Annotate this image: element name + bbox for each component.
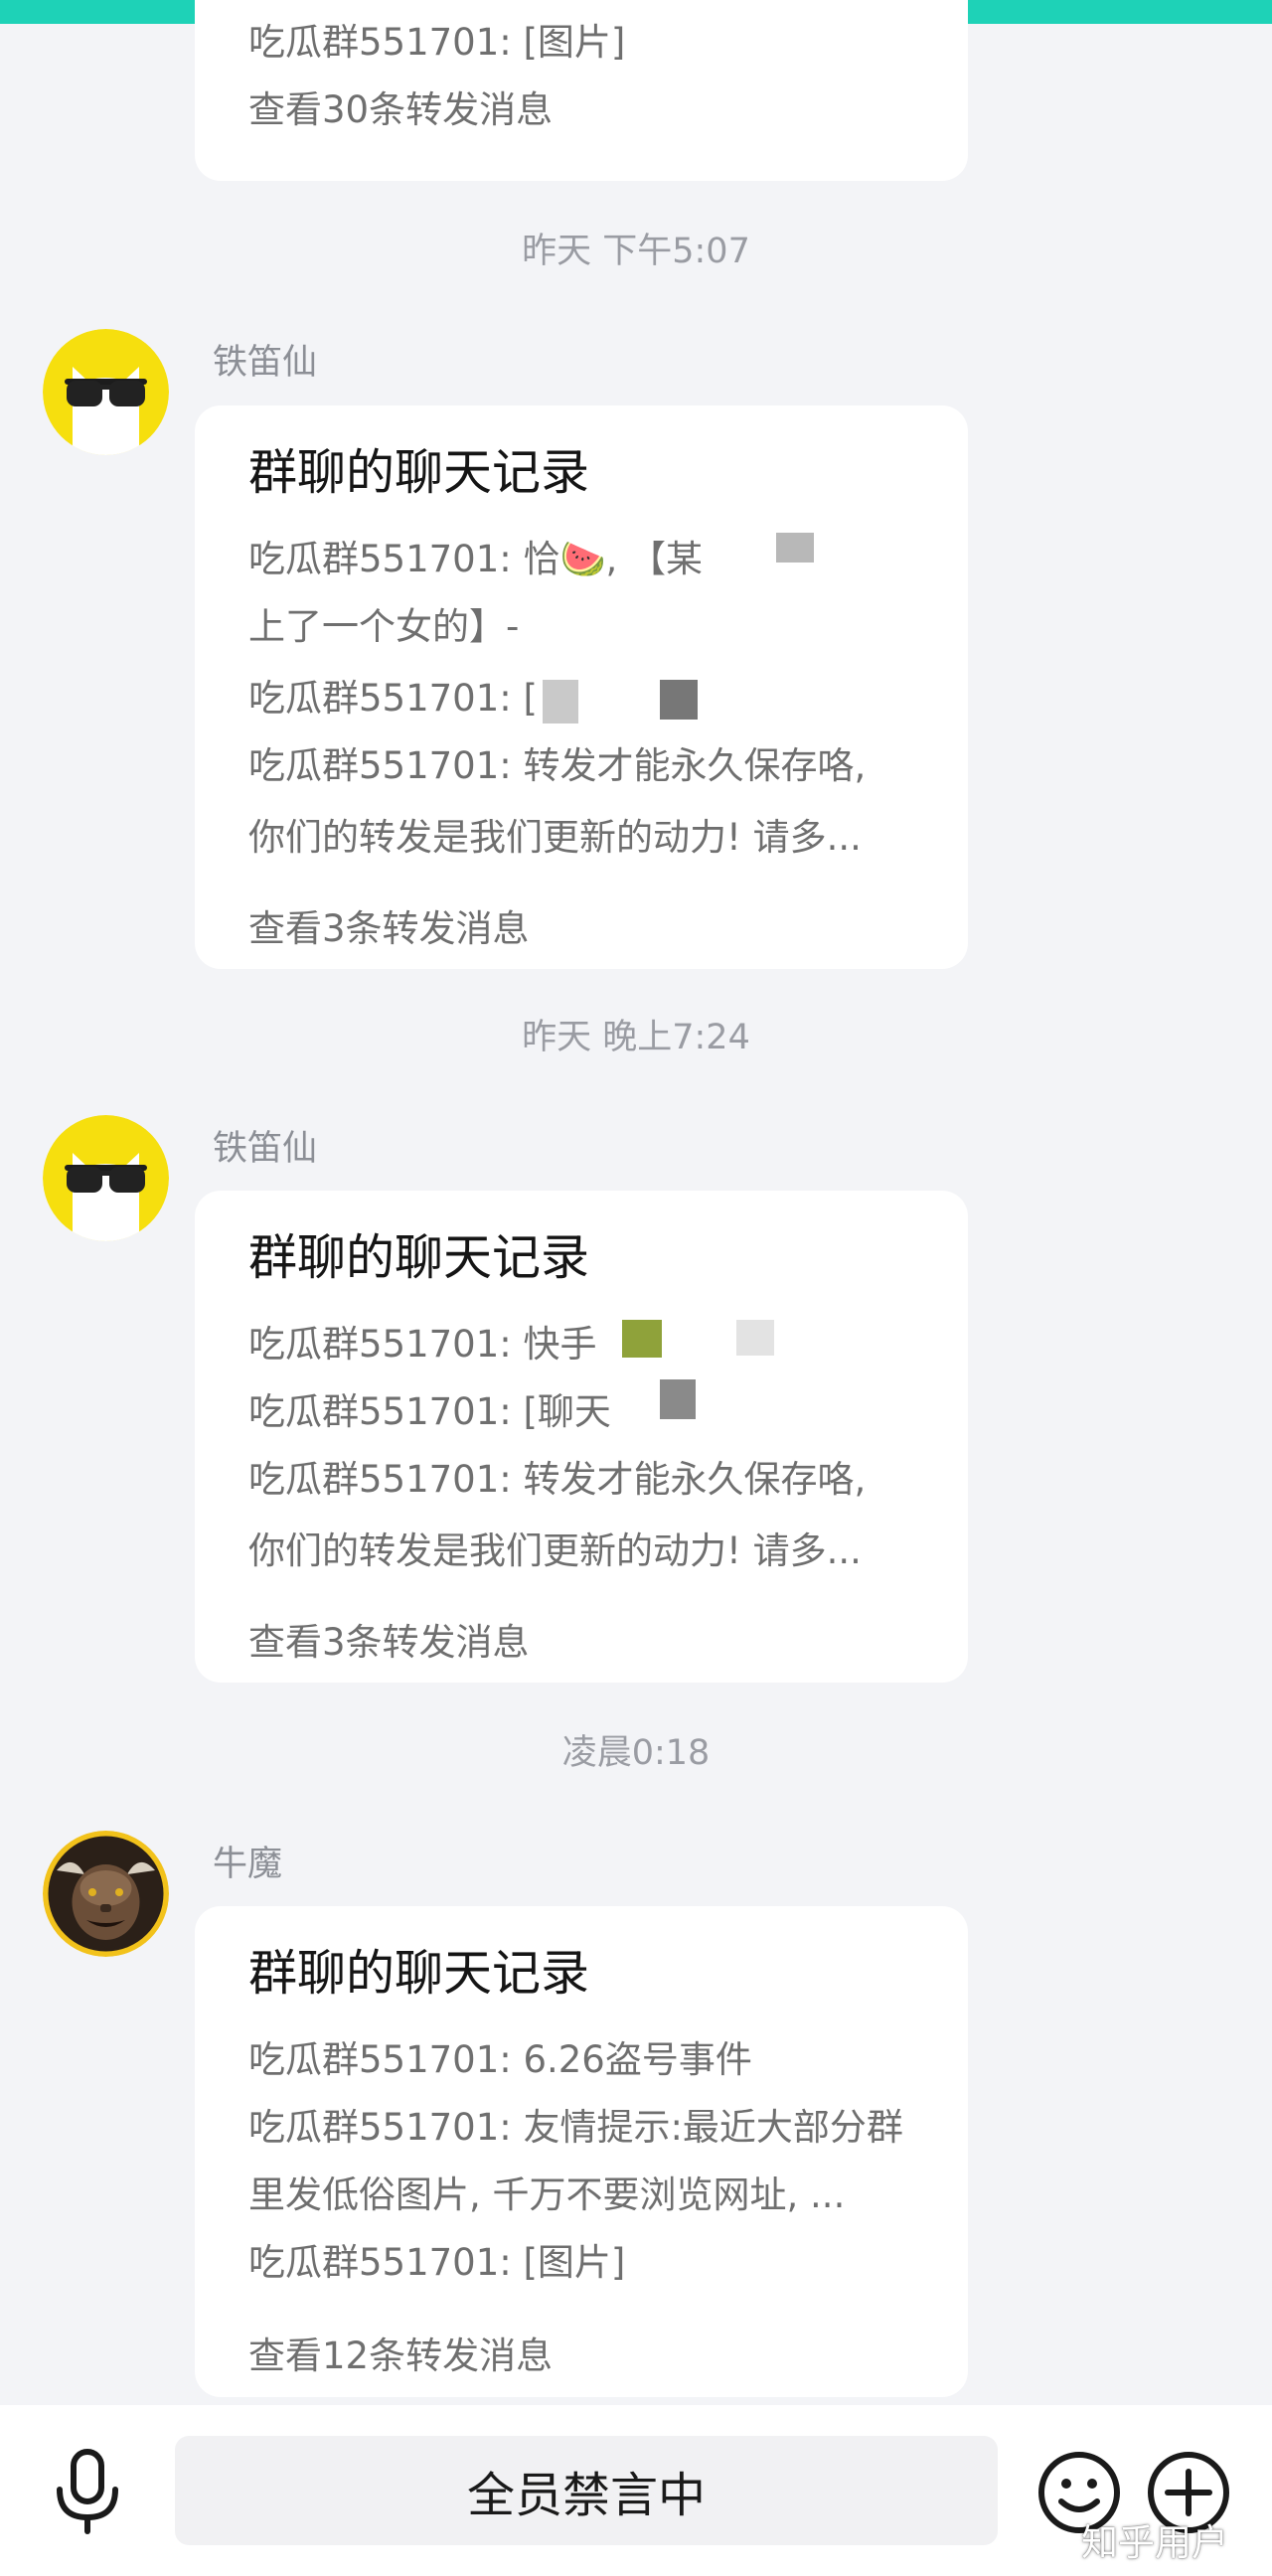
card-title: 群聊的聊天记录 (248, 1229, 590, 1286)
censor-mosaic (622, 1320, 662, 1358)
timestamp: 凌晨0:18 (561, 1733, 711, 1773)
preview-line: 吃瓜群551701: 转发才能永久保存咯, (248, 744, 867, 787)
card-title: 群聊的聊天记录 (248, 444, 590, 501)
sender-name: 牛魔 (213, 1845, 283, 1884)
card-title: 群聊的聊天记录 (248, 1945, 590, 2002)
muted-notice: 全员禁言中 (175, 2436, 998, 2545)
preview-line: 吃瓜群551701: 6.26盗号事件 (248, 2038, 752, 2081)
censor-mosaic (543, 588, 811, 640)
microphone-icon[interactable] (50, 2448, 125, 2535)
sunglasses-cat-avatar[interactable] (43, 329, 169, 455)
sunglasses-cat-icon (43, 1115, 169, 1241)
censor-mosaic (736, 1320, 774, 1356)
bull-demon-avatar[interactable] (43, 1831, 169, 1957)
timestamp: 昨天 晚上7:24 (522, 1018, 750, 1057)
sunglasses-cat-icon (43, 329, 169, 455)
preview-line: 吃瓜群551701: 友情提示:最近大部分群 (248, 2106, 903, 2149)
preview-line: 吃瓜群551701: 恰🍉, 【某 (248, 538, 704, 580)
bull-demon-icon (43, 1831, 169, 1957)
censor-mosaic (660, 680, 698, 720)
preview-line: 吃瓜群551701: [ (248, 677, 538, 720)
preview-line: 吃瓜群551701: [聊天 (248, 1390, 611, 1433)
view-forwarded-link[interactable]: 查看30条转发消息 (248, 80, 553, 133)
preview-line: 里发低俗图片, 千万不要浏览网址, ... (248, 2174, 846, 2216)
censor-mosaic (776, 533, 814, 563)
view-forwarded-link[interactable]: 查看3条转发消息 (248, 1612, 530, 1666)
forwarded-chat-card[interactable]: 群聊的聊天记录 吃瓜群551701: 快手 吃瓜群551701: [聊天 吃瓜群… (195, 1191, 968, 1683)
preview-line: 你们的转发是我们更新的动力! 请多... (248, 816, 862, 859)
forwarded-chat-card[interactable]: 群聊的聊天记录 吃瓜群551701: 恰🍉, 【某 上了一个女的】- 吃瓜群55… (195, 405, 968, 969)
sender-name: 铁笛仙 (213, 1129, 318, 1169)
preview-line: 上了一个女的】- (248, 605, 520, 648)
preview-line: 吃瓜群551701: 转发才能永久保存咯, (248, 1458, 867, 1501)
view-forwarded-link[interactable]: 查看12条转发消息 (248, 2326, 553, 2379)
censor-mosaic (660, 1379, 696, 1419)
forwarded-chat-card[interactable]: 群聊的聊天记录 吃瓜群551701: 6.26盗号事件 吃瓜群551701: 友… (195, 1906, 968, 2397)
preview-line: 吃瓜群551701: [图片] (248, 21, 626, 64)
preview-line: 你们的转发是我们更新的动力! 请多... (248, 1530, 862, 1572)
censor-mosaic (543, 680, 578, 724)
view-forwarded-link[interactable]: 查看3条转发消息 (248, 898, 530, 952)
watermark: 知乎用户 (1081, 2521, 1228, 2564)
sender-name: 铁笛仙 (213, 343, 318, 383)
forwarded-chat-card-partial[interactable]: 吃瓜群551701: [图片] 查看30条转发消息 (195, 0, 968, 181)
preview-line: 吃瓜群551701: 快手 (248, 1323, 597, 1366)
preview-line: 吃瓜群551701: [图片] (248, 2241, 626, 2284)
timestamp: 昨天 下午5:07 (522, 232, 750, 271)
sunglasses-cat-avatar[interactable] (43, 1115, 169, 1241)
